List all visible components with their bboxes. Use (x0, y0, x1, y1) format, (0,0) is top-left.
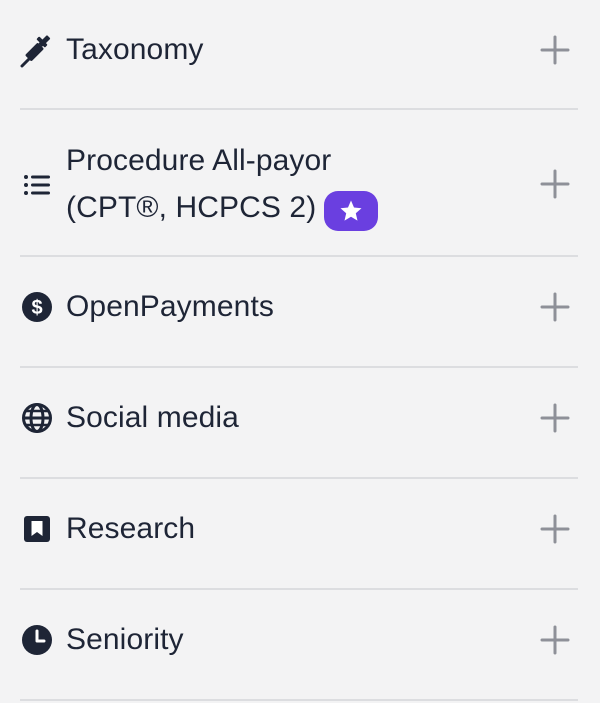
filter-row-label: Seniority (66, 623, 184, 656)
plus-icon[interactable] (540, 292, 570, 322)
filter-row-label-line2-wrap: (CPT®, HCPCS 2) (66, 185, 379, 231)
filter-row-label-line2: (CPT®, HCPCS 2) (66, 191, 317, 224)
filter-row-taxonomy[interactable]: Taxonomy (20, 0, 578, 110)
bookmark-icon (20, 512, 54, 546)
filter-row-label: Social media (66, 401, 239, 434)
plus-icon[interactable] (540, 514, 570, 544)
filter-row-label: Taxonomy (66, 33, 204, 66)
filter-row-label: OpenPayments (66, 290, 274, 323)
filter-row-seniority[interactable]: Seniority (20, 590, 578, 701)
syringe-icon (20, 34, 54, 68)
globe-icon (20, 401, 54, 435)
plus-icon[interactable] (540, 625, 570, 655)
list-icon (20, 168, 54, 202)
plus-icon[interactable] (540, 403, 570, 433)
filter-row-label-line1: Procedure All-payor (66, 144, 332, 177)
plus-icon[interactable] (540, 35, 570, 65)
premium-badge (324, 191, 379, 231)
filter-accordion-list: Taxonomy Procedure All-payor (CPT®, HCPC… (0, 0, 600, 703)
svg-text:$: $ (31, 297, 42, 319)
plus-icon[interactable] (540, 169, 570, 199)
filter-row-social-media[interactable]: Social media (20, 368, 578, 479)
dollar-circle-icon: $ (20, 290, 54, 324)
filter-row-openpayments[interactable]: $ OpenPayments (20, 257, 578, 368)
filter-row-procedure[interactable]: Procedure All-payor (CPT®, HCPCS 2) (20, 110, 578, 257)
star-icon (340, 200, 362, 221)
filter-row-research[interactable]: Research (20, 479, 578, 590)
filter-row-label: Research (66, 512, 196, 545)
clock-icon (20, 623, 54, 657)
